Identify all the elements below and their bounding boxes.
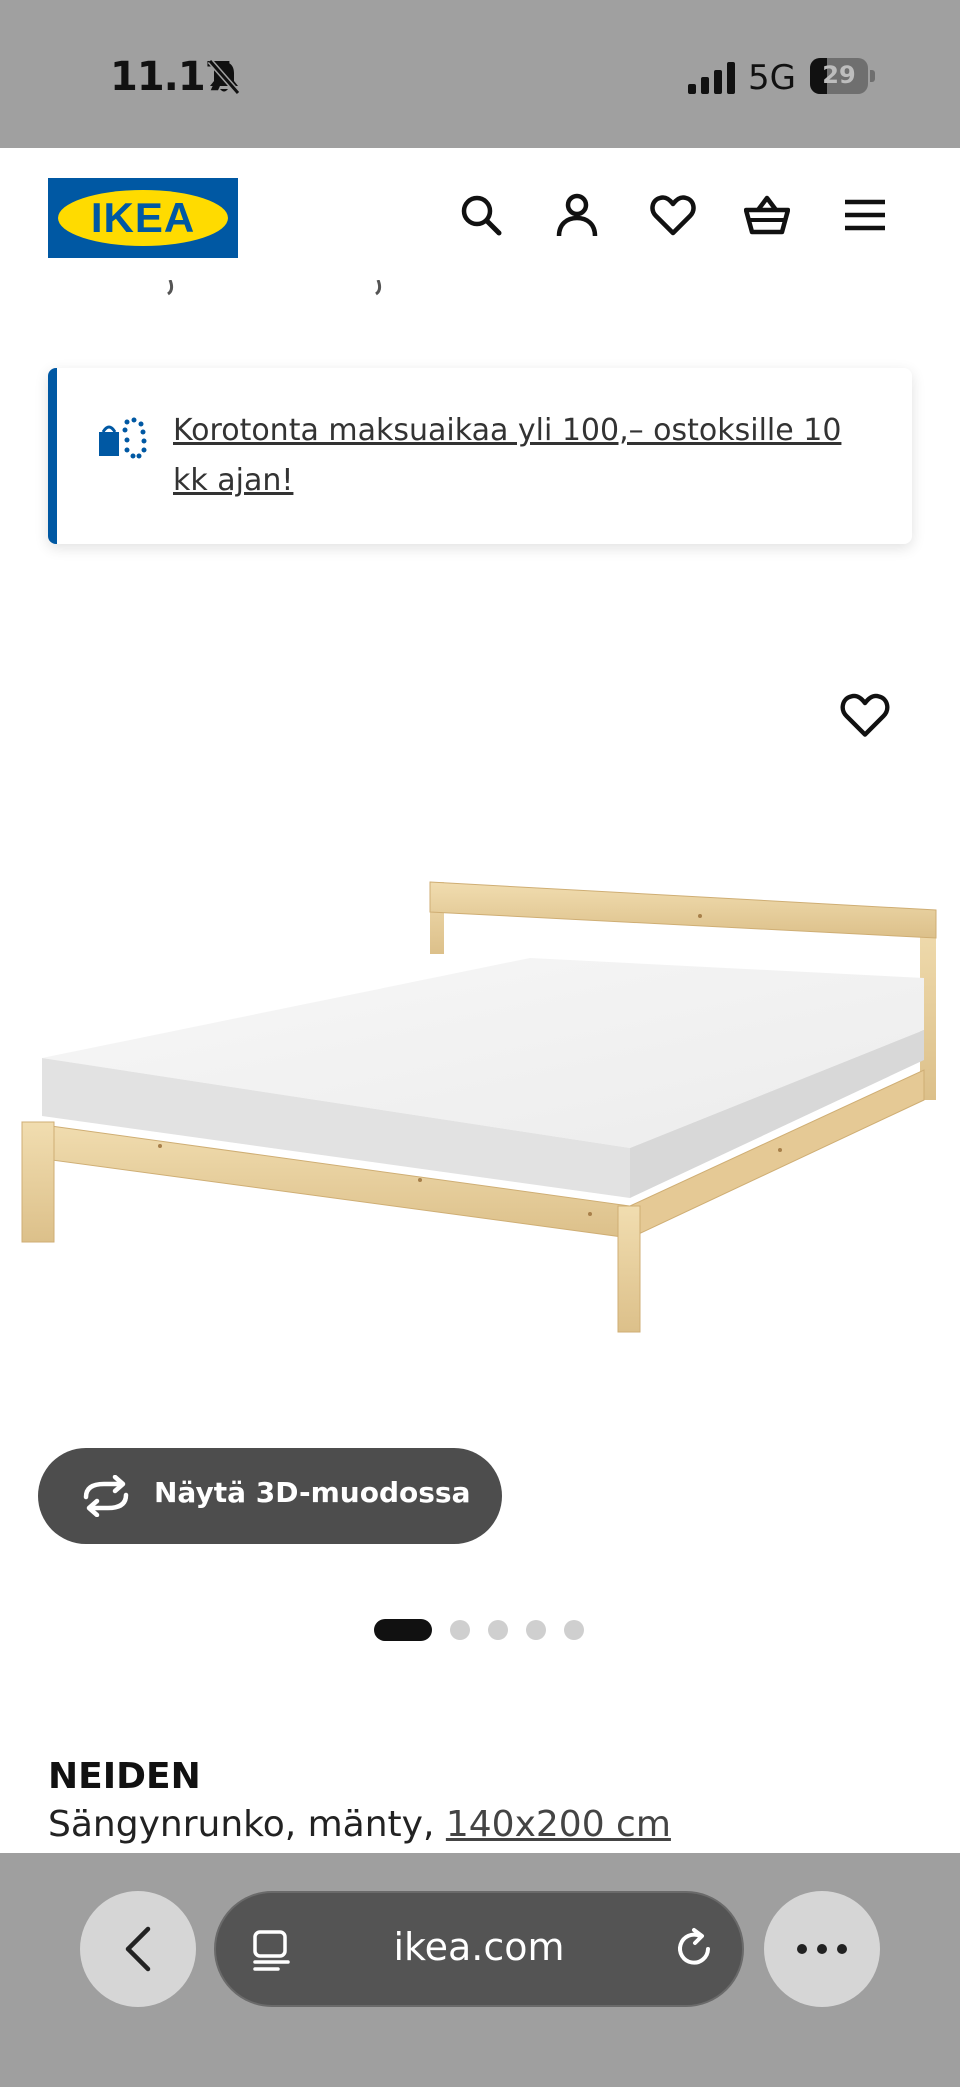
carousel-dot[interactable] (374, 1619, 432, 1641)
carousel-dot[interactable] (488, 1620, 508, 1640)
rotate-3d-icon (83, 1475, 129, 1517)
product-name: NEIDEN (48, 1756, 201, 1797)
menu-icon[interactable] (842, 192, 888, 238)
product-description: Sängynrunko, mänty, 140x200 cm (48, 1804, 671, 1845)
network-type: 5G (748, 58, 796, 98)
chevron-left-icon (125, 1926, 151, 1972)
product-size-link[interactable]: 140x200 cm (446, 1804, 671, 1845)
more-options-button[interactable] (764, 1891, 880, 2007)
browser-toolbar: ikea.com (0, 1853, 960, 2087)
add-to-favourites-icon[interactable] (840, 690, 890, 740)
status-bar: 11.17 5G 29 (0, 0, 960, 148)
basket-icon[interactable] (744, 192, 790, 238)
battery-icon: 29 (810, 58, 868, 94)
signal-icon (688, 62, 735, 94)
battery-level: 29 (822, 61, 856, 89)
reload-icon[interactable] (672, 1927, 716, 1971)
url-text: ikea.com (393, 1925, 565, 1969)
payment-installment-icon (99, 417, 147, 459)
financing-promo-card: Korotonta maksuaikaa yli 100,– ostoksill… (48, 368, 912, 544)
address-bar[interactable]: ikea.com (214, 1891, 744, 2007)
heart-icon[interactable] (650, 192, 696, 238)
carousel-dot[interactable] (450, 1620, 470, 1640)
logo-text: IKEA (90, 194, 196, 241)
account-icon[interactable] (554, 192, 600, 238)
view-in-3d-label: Näytä 3D-muodossa (154, 1476, 471, 1509)
financing-promo-link[interactable]: Korotonta maksuaikaa yli 100,– ostoksill… (173, 406, 873, 506)
site-header: IKEA (0, 148, 960, 288)
ikea-logo[interactable]: IKEA (48, 178, 238, 258)
carousel-dot[interactable] (526, 1620, 546, 1640)
search-icon[interactable] (458, 192, 504, 238)
view-in-3d-button[interactable]: Näytä 3D-muodossa (38, 1448, 502, 1544)
scrolled-text-fragment (48, 280, 448, 310)
battery-tip (870, 70, 875, 82)
back-button[interactable] (80, 1891, 196, 2007)
ellipsis-icon (797, 1944, 847, 1954)
bell-muted-icon (207, 59, 241, 95)
product-type-text: Sängynrunko, mänty, (48, 1804, 446, 1845)
product-image-bed[interactable] (0, 860, 960, 1340)
clipped-glyphs (167, 280, 382, 296)
carousel-dot[interactable] (564, 1620, 584, 1640)
